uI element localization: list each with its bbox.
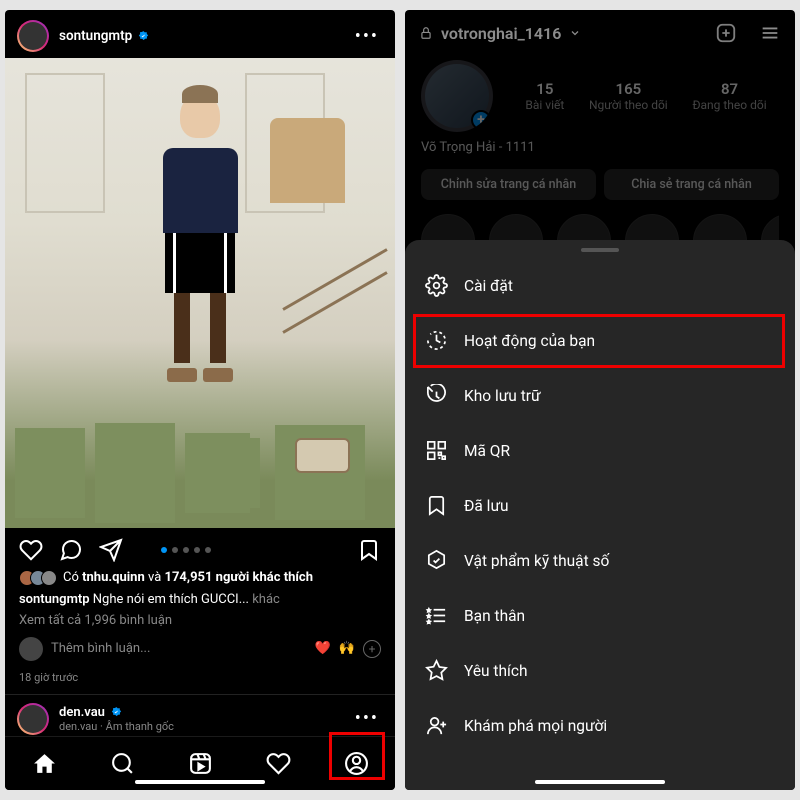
following-count: 87 <box>692 80 766 98</box>
lock-icon <box>419 26 433 40</box>
following-label: Đang theo dõi <box>692 98 766 112</box>
caption-text: Nghe nói em thích GUCCI... <box>90 592 253 607</box>
star-icon <box>425 659 448 682</box>
stat-posts[interactable]: 15 Bài viết <box>525 80 564 112</box>
author-username[interactable]: sontungmtp <box>59 28 132 44</box>
menu-label: Bạn thân <box>464 607 525 625</box>
menu-settings[interactable]: Cài đặt <box>405 258 795 313</box>
likes-row[interactable]: Có tnhu.quinn và 174,951 người khác thíc… <box>19 568 381 588</box>
archive-icon <box>425 384 448 407</box>
menu-archive[interactable]: Kho lưu trữ <box>405 368 795 423</box>
verified-badge-icon <box>110 706 123 719</box>
author-avatar[interactable] <box>17 703 49 735</box>
menu-digital-collectibles[interactable]: Vật phẩm kỹ thuật số <box>405 533 795 588</box>
home-icon[interactable] <box>32 751 57 776</box>
quick-emoji-heart[interactable]: ❤️ <box>315 641 331 656</box>
chevron-down-icon[interactable] <box>569 27 581 39</box>
activity-heart-icon[interactable] <box>266 751 291 776</box>
liked-by-user[interactable]: tnhu.quinn <box>82 570 145 585</box>
menu-label: Vật phẩm kỹ thuật số <box>464 552 609 570</box>
author-username[interactable]: den.vau <box>59 705 105 720</box>
home-indicator <box>535 780 665 784</box>
post-timestamp: 18 giờ trước <box>5 667 395 694</box>
likes-count[interactable]: 174,951 người khác thích <box>165 570 313 585</box>
like-icon[interactable] <box>19 538 43 562</box>
audio-label[interactable]: den.vau · Âm thanh gốc <box>59 720 174 733</box>
add-comment-row: Thêm bình luận... ❤️ 🙌 + <box>5 631 395 667</box>
highlight-box <box>329 732 385 780</box>
bookmark-icon <box>425 494 448 517</box>
followers-label: Người theo dõi <box>589 98 668 112</box>
quick-emoji-hands[interactable]: 🙌 <box>339 641 355 656</box>
likes-prefix: Có <box>63 570 82 585</box>
save-icon[interactable] <box>357 538 381 562</box>
display-name: Võ Trọng Hải - 1111 <box>421 140 779 155</box>
menu-label: Đã lưu <box>464 497 509 515</box>
author-avatar[interactable] <box>17 20 49 52</box>
post-caption: sontungmtp Nghe nói em thích GUCCI... kh… <box>19 590 381 610</box>
feed-screen: sontungmtp ••• <box>5 10 395 790</box>
my-avatar <box>19 637 43 661</box>
post-actions <box>5 528 395 568</box>
likes-and: và <box>145 570 165 585</box>
view-comments-link[interactable]: Xem tất cả 1,996 bình luận <box>19 611 381 631</box>
menu-saved[interactable]: Đã lưu <box>405 478 795 533</box>
comment-icon[interactable] <box>59 538 83 562</box>
menu-label: Kho lưu trữ <box>464 387 541 405</box>
gear-icon <box>425 274 448 297</box>
hexagon-check-icon <box>425 549 448 572</box>
menu-label: Cài đặt <box>464 277 513 295</box>
caption-username[interactable]: sontungmtp <box>19 592 90 607</box>
post-header: sontungmtp ••• <box>5 10 395 58</box>
menu-label: Mã QR <box>464 442 510 460</box>
menu-close-friends[interactable]: Bạn thân <box>405 588 795 643</box>
create-post-icon[interactable] <box>715 22 737 44</box>
more-options-button[interactable]: ••• <box>355 708 383 729</box>
edit-profile-button[interactable]: Chỉnh sửa trang cá nhân <box>421 169 596 200</box>
share-profile-button[interactable]: Chia sẻ trang cá nhân <box>604 169 779 200</box>
more-emoji-button[interactable]: + <box>363 640 381 658</box>
profile-avatar[interactable]: + <box>421 60 493 132</box>
profile-menu-screen: votronghai_1416 + 15 Bài viết 165 <box>405 10 795 790</box>
menu-favorites[interactable]: Yêu thích <box>405 643 795 698</box>
share-icon[interactable] <box>99 538 123 562</box>
home-indicator <box>135 780 265 784</box>
verified-badge-icon <box>137 30 150 43</box>
profile-header: votronghai_1416 <box>405 10 795 56</box>
caption-more[interactable]: khác <box>252 592 280 607</box>
sheet-grabber[interactable] <box>581 248 619 252</box>
followers-count: 165 <box>589 80 668 98</box>
reels-icon[interactable] <box>188 751 213 776</box>
list-star-icon <box>425 604 448 627</box>
person-plus-icon <box>425 714 448 737</box>
stat-following[interactable]: 87 Đang theo dõi <box>692 80 766 112</box>
menu-qr-code[interactable]: Mã QR <box>405 423 795 478</box>
stat-followers[interactable]: 165 Người theo dõi <box>589 80 668 112</box>
comment-input[interactable]: Thêm bình luận... <box>51 641 307 656</box>
search-icon[interactable] <box>110 751 135 776</box>
menu-label: Khám phá mọi người <box>464 717 607 735</box>
post-image[interactable] <box>5 58 395 528</box>
highlight-box <box>413 314 785 368</box>
posts-count: 15 <box>525 80 564 98</box>
carousel-dots <box>139 547 232 553</box>
qr-icon <box>425 439 448 462</box>
add-story-badge[interactable]: + <box>471 110 491 130</box>
profile-username[interactable]: votronghai_1416 <box>441 24 561 43</box>
menu-discover-people[interactable]: Khám phá mọi người <box>405 698 795 753</box>
posts-label: Bài viết <box>525 98 564 112</box>
hamburger-menu-icon[interactable] <box>759 22 781 44</box>
menu-label: Yêu thích <box>464 662 528 680</box>
next-post-header: den.vau den.vau · Âm thanh gốc ••• <box>5 694 395 735</box>
more-options-button[interactable]: ••• <box>355 26 383 47</box>
